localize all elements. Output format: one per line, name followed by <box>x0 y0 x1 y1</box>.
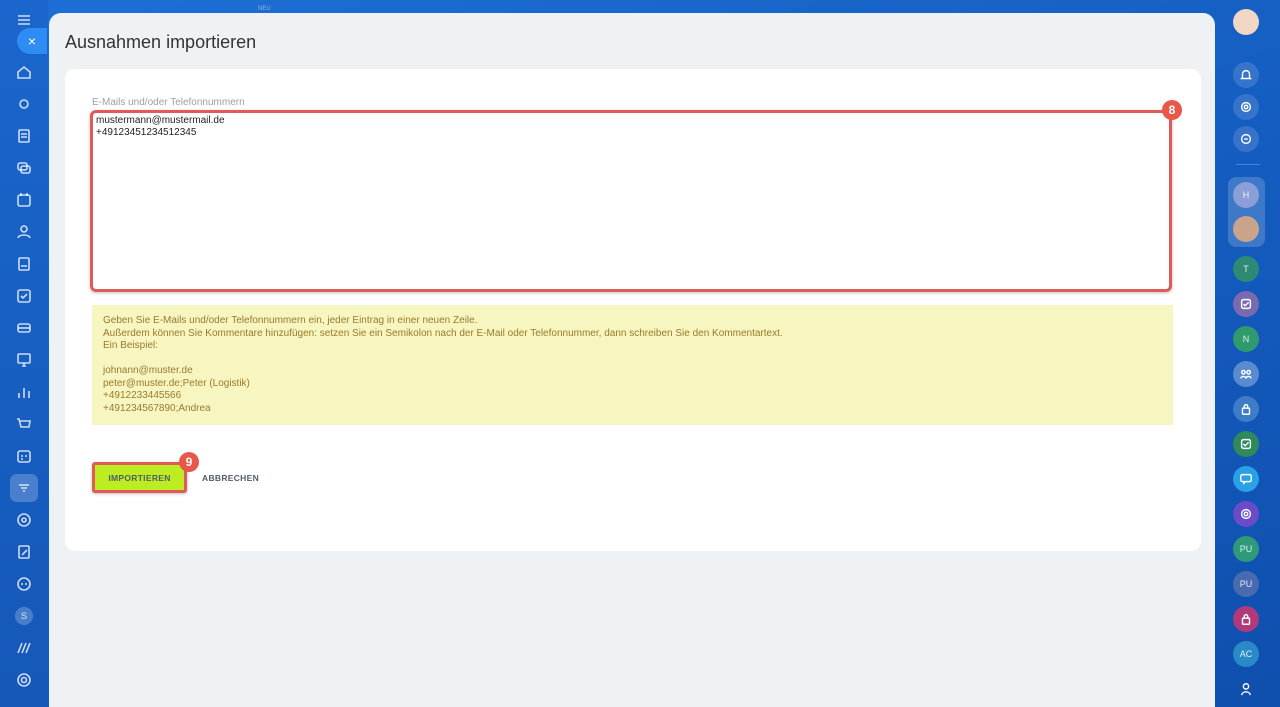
crm-icon[interactable] <box>10 314 38 342</box>
slider-panel: Ausnahmen importieren E-Mails und/oder T… <box>49 13 1215 707</box>
example-line: johnann@muster.de <box>103 365 193 376</box>
right-sidebar: H T N PU PU AC <box>1216 0 1280 707</box>
copilot-icon[interactable] <box>1233 94 1259 120</box>
shop-icon[interactable] <box>10 410 38 438</box>
marketing-icon[interactable] <box>10 474 38 502</box>
tasks-icon[interactable] <box>10 282 38 310</box>
search-chat-icon[interactable] <box>1233 126 1259 152</box>
bell-icon[interactable] <box>1233 62 1259 88</box>
settings-icon[interactable] <box>10 666 38 694</box>
avatar-n-label: N <box>1242 334 1250 344</box>
puzzle-icon[interactable] <box>10 90 38 118</box>
left-sidebar: S <box>0 0 48 707</box>
example-line: +4912233445566 <box>103 390 182 401</box>
avatar-pu-1-label: PU <box>1239 544 1253 554</box>
avatar-t-label: T <box>1243 264 1249 274</box>
lock-chat-icon[interactable] <box>1233 606 1259 632</box>
target-icon[interactable] <box>10 506 38 534</box>
cancel-button[interactable]: ABBRECHEN <box>195 464 266 492</box>
close-icon: × <box>27 33 37 49</box>
hint-line: Ein Beispiel: <box>103 340 159 351</box>
avatar-h[interactable]: H <box>1233 182 1259 208</box>
message-icon[interactable] <box>1233 466 1259 492</box>
import-button[interactable]: IMPORTIEREN <box>92 462 187 493</box>
right-divider <box>1236 164 1260 165</box>
close-slider-button[interactable]: × <box>17 28 47 54</box>
calendar-icon[interactable] <box>10 186 38 214</box>
avatar-t[interactable]: T <box>1233 256 1259 282</box>
booking-icon[interactable] <box>10 442 38 470</box>
new-label: NEU <box>258 6 271 12</box>
hint-line: Außerdem können Sie Kommentare hinzufüge… <box>103 327 783 339</box>
user-avatar[interactable] <box>1233 9 1259 35</box>
sites-badge[interactable]: S <box>10 602 38 630</box>
document-icon[interactable] <box>10 250 38 278</box>
example-line: peter@muster.de;Peter (Logistik) <box>103 377 250 389</box>
avatar-ac-label: AC <box>1239 649 1253 659</box>
robot-icon[interactable] <box>10 570 38 598</box>
feed-icon[interactable] <box>10 122 38 150</box>
contacts-icon[interactable] <box>10 218 38 246</box>
lock-icon[interactable] <box>1233 396 1259 422</box>
sites-badge-label: S <box>15 607 33 625</box>
avatar-pu-1[interactable]: PU <box>1233 536 1259 562</box>
sign-icon[interactable] <box>10 538 38 566</box>
analytics-icon[interactable] <box>10 378 38 406</box>
example-line: +491234567890;Andrea <box>103 402 211 414</box>
hint-line: Geben Sie E-Mails und/oder Telefonnummer… <box>103 315 478 326</box>
chat-icon[interactable] <box>10 154 38 182</box>
step-marker-8: 8 <box>1162 100 1182 120</box>
task-icon[interactable] <box>1233 291 1259 317</box>
avatar-pu-2[interactable]: PU <box>1233 571 1259 597</box>
avatar-person[interactable] <box>1233 216 1259 242</box>
import-card: E-Mails und/oder Telefonnummern 8 Geben … <box>65 69 1201 551</box>
people-icon[interactable] <box>1233 676 1259 702</box>
avatar-n[interactable]: N <box>1233 326 1259 352</box>
home-icon[interactable] <box>10 58 38 86</box>
screen-icon[interactable] <box>10 346 38 374</box>
hint-box: Geben Sie E-Mails und/oder Telefonnummer… <box>92 305 1173 425</box>
stripes-icon[interactable] <box>10 634 38 662</box>
contacts-textarea-wrapper <box>90 110 1172 292</box>
hint-gap <box>103 353 1162 366</box>
avatar-ac[interactable]: AC <box>1233 641 1259 667</box>
task-check-icon[interactable] <box>1233 431 1259 457</box>
group-icon[interactable] <box>1233 361 1259 387</box>
field-label: E-Mails und/oder Telefonnummern <box>92 97 245 108</box>
page-title: Ausnahmen importieren <box>65 32 257 52</box>
spiral-icon[interactable] <box>1233 501 1259 527</box>
contacts-textarea[interactable] <box>93 113 1169 289</box>
avatar-h-label: H <box>1242 190 1250 200</box>
avatar-pu-2-label: PU <box>1239 579 1253 589</box>
